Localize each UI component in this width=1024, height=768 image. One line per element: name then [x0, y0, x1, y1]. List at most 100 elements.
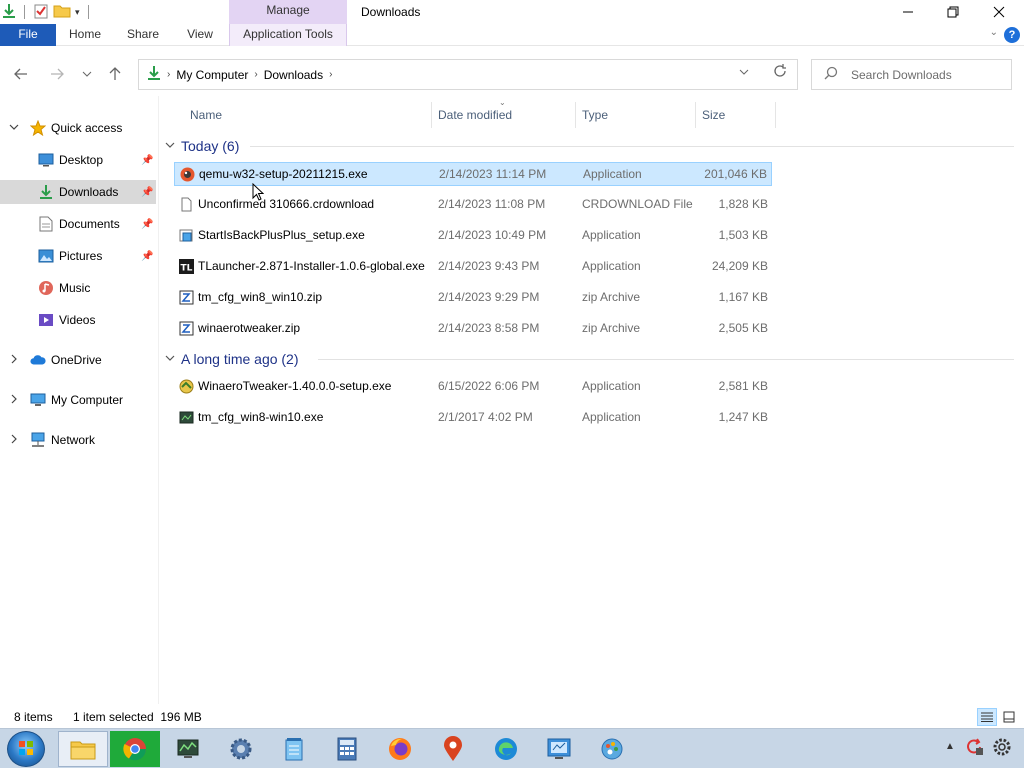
music-icon: [38, 280, 54, 296]
group-header-long-time-ago[interactable]: A long time ago (2): [165, 348, 299, 370]
taskbar-edge[interactable]: [481, 731, 531, 767]
properties-icon[interactable]: [33, 3, 49, 22]
manage-context-tab[interactable]: Manage: [229, 0, 347, 24]
customize-toolbar-icon[interactable]: ▾: [75, 7, 80, 18]
taskbar-control-panel[interactable]: [534, 731, 584, 767]
nav-label: Desktop: [59, 153, 104, 167]
breadcrumb-separator-icon[interactable]: ›: [329, 69, 332, 80]
tray-refresh-icon[interactable]: [965, 737, 985, 760]
pin-icon[interactable]: 📌: [141, 251, 153, 262]
pin-icon[interactable]: 📌: [141, 155, 153, 166]
nav-downloads[interactable]: Downloads 📌: [0, 180, 156, 204]
nav-onedrive[interactable]: OneDrive: [0, 348, 156, 372]
mouse-cursor-icon: [252, 183, 264, 201]
tray-settings-icon[interactable]: [992, 737, 1012, 760]
pin-icon[interactable]: 📌: [141, 219, 153, 230]
taskbar-paint[interactable]: [587, 731, 637, 767]
taskbar-task-manager[interactable]: [163, 731, 213, 767]
nav-pictures[interactable]: Pictures 📌: [0, 244, 156, 268]
back-button[interactable]: [10, 64, 32, 84]
up-button[interactable]: [104, 64, 126, 84]
expanded-chevron-icon[interactable]: [9, 123, 19, 134]
address-bar[interactable]: › My Computer › Downloads ›: [138, 59, 798, 90]
group-collapse-icon[interactable]: [165, 141, 175, 152]
search-input[interactable]: Search Downloads: [811, 59, 1012, 90]
taskbar-calculator[interactable]: [322, 731, 372, 767]
help-button[interactable]: ?: [1004, 27, 1020, 43]
file-row[interactable]: tm_cfg_win8_win10.zip 2/14/2023 9:29 PM …: [174, 286, 772, 310]
zip-icon: [179, 290, 194, 305]
pane-divider[interactable]: [158, 96, 159, 704]
nav-videos[interactable]: Videos: [0, 308, 156, 332]
column-divider[interactable]: [695, 102, 696, 128]
taskbar-notepad[interactable]: [269, 731, 319, 767]
window-title: Downloads: [361, 5, 421, 19]
control-panel-icon: [547, 738, 571, 759]
group-header-today[interactable]: Today (6): [165, 135, 239, 157]
taskbar-maps[interactable]: [428, 731, 478, 767]
collapsed-chevron-icon[interactable]: [9, 434, 19, 447]
large-icons-view-button[interactable]: [999, 708, 1019, 726]
tab-file[interactable]: File: [0, 24, 56, 46]
group-collapse-icon[interactable]: [165, 354, 175, 365]
taskbar-settings[interactable]: [216, 731, 266, 767]
column-header-size[interactable]: Size: [702, 102, 725, 128]
download-arrow-icon: [38, 184, 54, 200]
restore-button[interactable]: [930, 0, 976, 24]
nav-quick-access[interactable]: Quick access: [0, 116, 156, 140]
collapsed-chevron-icon[interactable]: [9, 354, 19, 367]
file-name: TLauncher-2.871-Installer-1.0.6-global.e…: [198, 259, 425, 273]
nav-label: Music: [59, 281, 91, 295]
forward-button[interactable]: [46, 64, 68, 84]
nav-label: OneDrive: [51, 353, 102, 367]
column-divider[interactable]: [431, 102, 432, 128]
tab-home[interactable]: Home: [62, 24, 108, 46]
tab-view[interactable]: View: [178, 24, 222, 46]
nav-my-computer[interactable]: My Computer: [0, 388, 156, 412]
file-row[interactable]: WinaeroTweaker-1.40.0.0-setup.exe 6/15/2…: [174, 375, 772, 399]
nav-documents[interactable]: Documents 📌: [0, 212, 156, 236]
pin-icon[interactable]: 📌: [141, 187, 153, 198]
column-divider[interactable]: [775, 102, 776, 128]
nav-desktop[interactable]: Desktop 📌: [0, 148, 156, 172]
file-row[interactable]: TL TLauncher-2.871-Installer-1.0.6-globa…: [174, 255, 772, 279]
breadcrumb-separator-icon[interactable]: ›: [254, 69, 257, 80]
refresh-icon[interactable]: [773, 64, 787, 82]
taskbar-file-explorer[interactable]: [58, 731, 108, 767]
breadcrumb-downloads[interactable]: Downloads: [264, 68, 323, 82]
column-divider[interactable]: [575, 102, 576, 128]
qemu-icon: [180, 167, 195, 182]
column-header-type[interactable]: Type: [582, 102, 608, 128]
search-placeholder: Search Downloads: [851, 68, 952, 82]
column-header-name[interactable]: Name: [190, 102, 222, 128]
search-icon: [824, 66, 838, 83]
file-date: 2/14/2023 8:58 PM: [438, 321, 540, 335]
nav-music[interactable]: Music: [0, 276, 156, 300]
file-type: zip Archive: [582, 290, 641, 304]
breadcrumb-my-computer[interactable]: My Computer: [176, 68, 248, 82]
taskbar-firefox[interactable]: [375, 731, 425, 767]
file-size: 1,828 KB: [718, 197, 768, 211]
new-folder-icon[interactable]: [53, 3, 71, 22]
column-header-date-modified[interactable]: Date modified: [438, 102, 512, 128]
expand-ribbon-icon[interactable]: ⌄: [990, 27, 998, 38]
tab-share[interactable]: Share: [120, 24, 166, 46]
nav-network[interactable]: Network: [0, 428, 156, 452]
close-button[interactable]: [976, 0, 1022, 24]
group-label: Today (6): [181, 138, 240, 154]
file-row[interactable]: StartIsBackPlusPlus_setup.exe 2/14/2023 …: [174, 224, 772, 248]
minimize-button[interactable]: [885, 0, 931, 24]
file-row[interactable]: tm_cfg_win8-win10.exe 2/1/2017 4:02 PM A…: [174, 406, 772, 430]
collapsed-chevron-icon[interactable]: [9, 394, 19, 407]
documents-icon: [38, 216, 54, 232]
download-arrow-icon: [2, 3, 16, 22]
file-row[interactable]: winaerotweaker.zip 2/14/2023 8:58 PM zip…: [174, 317, 772, 341]
taskbar-chrome[interactable]: [110, 731, 160, 767]
tab-application-tools[interactable]: Application Tools: [229, 24, 347, 46]
details-view-button[interactable]: [977, 708, 997, 726]
start-button[interactable]: [7, 731, 45, 767]
tray-expand-icon[interactable]: ▲: [945, 741, 955, 752]
address-history-dropdown-icon[interactable]: [739, 67, 749, 79]
breadcrumb-separator-icon[interactable]: ›: [167, 69, 170, 80]
recent-locations-button[interactable]: [76, 64, 98, 84]
